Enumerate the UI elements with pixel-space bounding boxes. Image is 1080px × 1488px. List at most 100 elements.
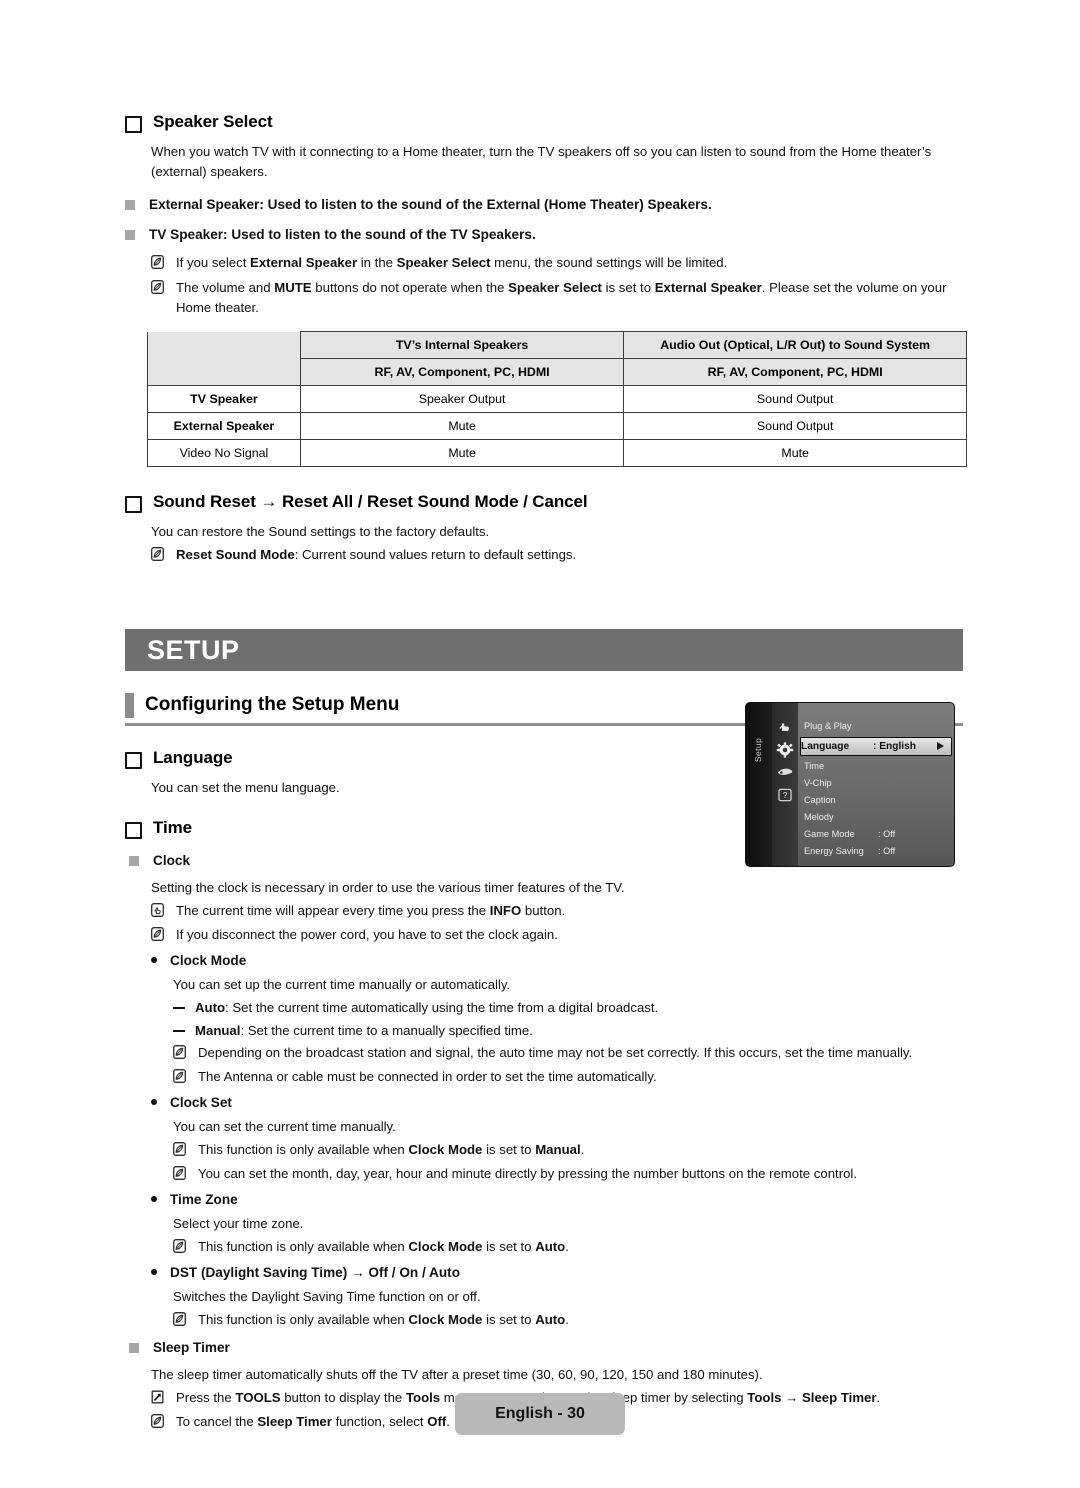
note-icon	[173, 1312, 186, 1331]
note-text: This function is only available when Clo…	[198, 1142, 585, 1157]
table-corner-cell	[147, 331, 301, 359]
note-icon	[173, 1142, 186, 1161]
clock-mode-dash-2: Manual: Set the current time to a manual…	[173, 1021, 963, 1041]
note-text: This function is only available when Clo…	[198, 1312, 569, 1327]
subsection-dst: DST (Daylight Saving Time) → Off / On / …	[151, 1263, 963, 1283]
gear-icon[interactable]	[776, 742, 794, 758]
hand-note-icon	[151, 903, 164, 922]
gray-square-bullet-icon	[129, 1343, 139, 1353]
table-cell: Mute	[299, 412, 625, 440]
tv-menu-item-value: : Off	[878, 829, 896, 839]
subsection-clock-mode: Clock Mode	[151, 951, 963, 971]
time-zone-note: This function is only available when Clo…	[173, 1237, 963, 1258]
tv-menu-item-language[interactable]: Language : English	[800, 737, 952, 756]
dash-text: Manual: Set the current time to a manual…	[195, 1022, 533, 1038]
sleep-timer-label: Sleep Timer	[153, 1340, 230, 1355]
clock-mode-intro: You can set up the current time manually…	[173, 976, 511, 992]
table-corner-cell	[147, 358, 301, 386]
time-heading: Time	[153, 818, 192, 837]
table-row: Video No Signal Mute Mute	[147, 439, 967, 467]
subsection-clock-set: Clock Set	[151, 1093, 963, 1113]
help-icon[interactable]: ?	[776, 788, 794, 804]
tv-menu-item-game-mode[interactable]: Game Mode : Off	[804, 827, 950, 842]
note-text: The volume and MUTE buttons do not opera…	[176, 280, 947, 315]
dot-bullet-icon	[151, 957, 157, 963]
bullet-text: TV Speaker: Used to listen to the sound …	[149, 226, 536, 242]
table-cell: Sound Output	[623, 412, 967, 440]
note-text: If you select External Speaker in the Sp…	[176, 255, 728, 270]
open-square-bullet-icon	[125, 496, 142, 513]
table-row-label: Video No Signal	[147, 439, 301, 467]
speaker-select-intro: When you watch TV with it connecting to …	[151, 144, 932, 179]
dash-text: Auto: Set the current time automatically…	[195, 1000, 659, 1015]
tv-menu-item-label: Language	[801, 741, 850, 752]
speaker-icon[interactable]	[776, 765, 794, 781]
clock-mode-note-1: Depending on the broadcast station and s…	[173, 1043, 963, 1064]
tv-menu-sidebar: Setup	[746, 703, 772, 866]
table-cell: Mute	[623, 439, 967, 467]
dot-bullet-icon	[151, 1269, 157, 1275]
hand-icon[interactable]	[776, 719, 794, 735]
gray-square-bullet-icon	[125, 200, 135, 210]
table-row-label: TV Speaker	[147, 385, 301, 413]
svg-text:?: ?	[783, 791, 788, 800]
subsection-time-zone: Time Zone	[151, 1190, 963, 1210]
clock-mode-label: Clock Mode	[170, 953, 247, 968]
bullet-text: External Speaker: Used to listen to the …	[149, 197, 712, 212]
manual-page: Speaker Select When you watch TV with it…	[0, 0, 1080, 1488]
tv-menu-item-label: Plug & Play	[804, 721, 852, 731]
speaker-bullet-external: External Speaker: Used to listen to the …	[125, 195, 963, 215]
clock-label: Clock	[153, 853, 191, 868]
table-row: TV Speaker Speaker Output Sound Output	[147, 385, 967, 413]
open-square-bullet-icon	[125, 116, 142, 133]
tv-menu-item-v-chip[interactable]: V-Chip	[804, 776, 950, 791]
dst-label: DST (Daylight Saving Time) → Off / On / …	[170, 1265, 461, 1280]
tv-menu-item-caption[interactable]: Caption	[804, 793, 950, 808]
sound-reset-note: Reset Sound Mode: Current sound values r…	[151, 545, 963, 566]
setup-banner: SETUP	[125, 628, 963, 671]
note-icon	[173, 1045, 186, 1064]
clock-note-2: If you disconnect the power cord, you ha…	[151, 925, 963, 946]
note-text: To cancel the Sleep Timer function, sele…	[176, 1414, 450, 1429]
gray-square-bullet-icon	[129, 856, 139, 866]
subsection-sleep-timer: Sleep Timer	[129, 1338, 963, 1358]
table-row-label: External Speaker	[147, 412, 301, 440]
dot-bullet-icon	[151, 1099, 157, 1105]
tv-menu-list: Plug & Play Language : English Time V-Ch…	[798, 703, 954, 866]
note-text: The current time will appear every time …	[176, 903, 566, 918]
table-header-cell: Audio Out (Optical, L/R Out) to Sound Sy…	[623, 331, 967, 359]
tv-menu-item-label: Energy Saving	[804, 846, 864, 856]
sleep-timer-intro: The sleep timer automatically shuts off …	[151, 1366, 763, 1382]
note-text: This function is only available when Clo…	[198, 1239, 569, 1254]
clock-set-note-2: You can set the month, day, year, hour a…	[173, 1164, 963, 1185]
note-icon	[151, 1414, 164, 1433]
configuring-title: Configuring the Setup Menu	[145, 694, 400, 715]
dash-bullet-icon	[173, 1007, 185, 1009]
tv-menu-item-melody[interactable]: Melody	[804, 810, 950, 825]
tv-menu-icon-column: ?	[772, 703, 798, 866]
speaker-bullet-tv: TV Speaker: Used to listen to the sound …	[125, 225, 963, 245]
chevron-right-icon	[937, 742, 944, 750]
tv-menu-item-label: V-Chip	[804, 778, 832, 788]
tools-icon	[151, 1390, 164, 1409]
table-header-row-2: RF, AV, Component, PC, HDMI RF, AV, Comp…	[147, 358, 967, 386]
tv-menu-item-value: : Off	[878, 846, 896, 856]
table-header-cell: RF, AV, Component, PC, HDMI	[299, 358, 625, 386]
clock-intro: Setting the clock is necessary in order …	[151, 879, 625, 895]
note-icon	[151, 255, 164, 274]
tv-menu-item-label: Caption	[804, 795, 836, 805]
tv-menu-item-time[interactable]: Time	[804, 759, 950, 774]
note-icon	[173, 1069, 186, 1088]
tv-menu-item-plug-play[interactable]: Plug & Play	[804, 719, 950, 734]
speaker-select-heading: Speaker Select	[153, 112, 273, 131]
table-cell: Speaker Output	[299, 385, 625, 413]
open-square-bullet-icon	[125, 751, 142, 769]
clock-set-intro: You can set the current time manually.	[173, 1118, 396, 1134]
tv-setup-menu-screenshot: Setup ? Plug & Play Language : English T…	[746, 703, 954, 866]
note-icon	[151, 280, 164, 299]
tv-menu-item-energy-saving[interactable]: Energy Saving : Off	[804, 844, 950, 859]
note-icon	[151, 927, 164, 946]
language-heading: Language	[153, 747, 233, 767]
dot-bullet-icon	[151, 1196, 157, 1202]
note-text: Reset Sound Mode: Current sound values r…	[176, 546, 577, 562]
